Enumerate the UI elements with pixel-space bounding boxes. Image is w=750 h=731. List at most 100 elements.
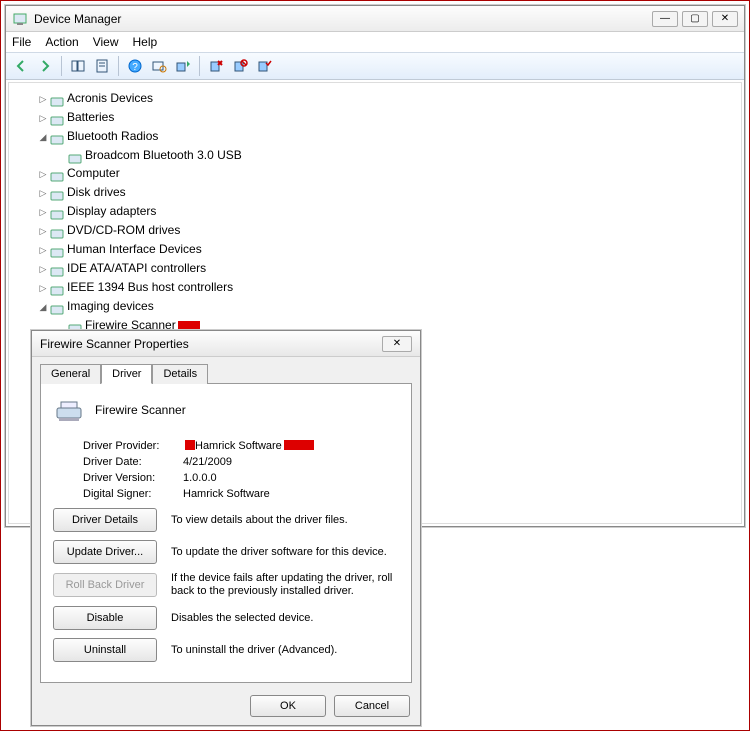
signer-label: Digital Signer: — [83, 488, 183, 500]
tab-panel-driver: Firewire Scanner Driver Provider: Hamric… — [40, 383, 412, 683]
tree-node[interactable]: ▷ DVD/CD-ROM drives — [37, 221, 737, 240]
tree-node[interactable]: Broadcom Bluetooth 3.0 USB — [55, 146, 737, 164]
scan-hardware-button[interactable] — [148, 55, 170, 77]
separator-icon — [118, 56, 119, 76]
window-title: Device Manager — [34, 12, 652, 26]
help-button[interactable]: ? — [124, 55, 146, 77]
version-value: 1.0.0.0 — [183, 472, 217, 484]
tree-node-label: Imaging devices — [67, 299, 154, 313]
properties-button[interactable] — [91, 55, 113, 77]
driver-details-button[interactable]: Driver Details — [53, 508, 157, 532]
rollback-driver-desc: If the device fails after updating the d… — [171, 572, 399, 598]
tree-node-label: Display adapters — [67, 204, 156, 218]
tree-node[interactable]: ◢ Bluetooth Radios Broadcom Bluetooth 3.0 … — [37, 127, 737, 164]
menu-help[interactable]: Help — [133, 35, 158, 49]
uninstall-desc: To uninstall the driver (Advanced). — [171, 644, 399, 657]
tree-node[interactable]: ▷ Batteries — [37, 108, 737, 127]
tree-root[interactable]: ▷ Acronis Devices ▷ Batteries ◢ Bluetooth Rad… — [19, 89, 737, 334]
tree-node-label: DVD/CD-ROM drives — [67, 223, 180, 237]
device-category-icon — [49, 300, 65, 314]
forward-button[interactable] — [34, 55, 56, 77]
redaction-mark — [185, 440, 195, 450]
svg-text:?: ? — [132, 62, 138, 73]
cancel-button[interactable]: Cancel — [334, 695, 410, 717]
tab-general[interactable]: General — [40, 364, 101, 384]
device-name: Firewire Scanner — [95, 403, 186, 417]
maximize-button[interactable]: ▢ — [682, 11, 708, 27]
properties-dialog: Firewire Scanner Properties ✕ General Dr… — [31, 330, 421, 726]
expander-icon[interactable]: ◢ — [37, 298, 49, 316]
provider-value: Hamrick Software — [195, 440, 282, 452]
uninstall-button[interactable]: Uninstall — [53, 638, 157, 662]
tree-node[interactable]: ▷ IDE ATA/ATAPI controllers — [37, 259, 737, 278]
provider-label: Driver Provider: — [83, 440, 183, 452]
expander-icon[interactable]: ▷ — [37, 203, 49, 221]
tree-node[interactable]: ▷Human Interface Devices — [37, 240, 737, 259]
driver-details-desc: To view details about the driver files. — [171, 514, 399, 527]
update-driver-desc: To update the driver software for this d… — [171, 546, 399, 559]
update-driver-button[interactable]: Update Driver... — [53, 540, 157, 564]
tree-node[interactable]: ◢Imaging devicesFirewire Scanner — [37, 297, 737, 334]
device-category-icon — [49, 111, 65, 125]
app-icon — [12, 11, 28, 27]
tree-node[interactable]: ▷ Acronis Devices — [37, 89, 737, 108]
tree-node-label: Bluetooth Radios — [67, 129, 158, 143]
toolbar: ? — [6, 52, 744, 80]
update-driver-toolbar-button[interactable] — [172, 55, 194, 77]
expander-icon[interactable]: ▷ — [37, 241, 49, 259]
device-category-icon — [49, 92, 65, 106]
tab-details[interactable]: Details — [152, 364, 208, 384]
expander-icon[interactable]: ▷ — [37, 279, 49, 297]
device-category-icon — [49, 262, 65, 276]
device-icon — [67, 149, 83, 163]
menu-view[interactable]: View — [93, 35, 119, 49]
separator-icon — [61, 56, 62, 76]
dialog-title: Firewire Scanner Properties — [40, 337, 382, 351]
tree-node-label: Computer — [67, 166, 120, 180]
tab-driver[interactable]: Driver — [101, 364, 152, 384]
tree-node[interactable]: ▷ Display adapters — [37, 202, 737, 221]
tree-node-label: Batteries — [67, 110, 114, 124]
tree-node-label: Acronis Devices — [67, 91, 153, 105]
enable-toolbar-button[interactable] — [253, 55, 275, 77]
show-hide-tree-button[interactable] — [67, 55, 89, 77]
disable-button[interactable]: Disable — [53, 606, 157, 630]
expander-icon[interactable]: ▷ — [37, 260, 49, 278]
close-button[interactable]: ✕ — [712, 11, 738, 27]
device-category-icon — [49, 130, 65, 144]
tab-strip: General Driver Details — [32, 357, 420, 383]
uninstall-toolbar-button[interactable] — [205, 55, 227, 77]
tree-node[interactable]: ▷IEEE 1394 Bus host controllers — [37, 278, 737, 297]
device-category-icon — [49, 243, 65, 257]
tree-node-label: IDE ATA/ATAPI controllers — [67, 261, 206, 275]
minimize-button[interactable]: — — [652, 11, 678, 27]
expander-icon[interactable]: ▷ — [37, 184, 49, 202]
disable-desc: Disables the selected device. — [171, 612, 399, 625]
device-category-icon — [49, 224, 65, 238]
device-category-icon — [49, 186, 65, 200]
tree-node[interactable]: ▷ Computer — [37, 164, 737, 183]
tree-node[interactable]: ▷ Disk drives — [37, 183, 737, 202]
device-category-icon — [49, 167, 65, 181]
menubar: File Action View Help — [6, 32, 744, 52]
expander-icon[interactable]: ▷ — [37, 222, 49, 240]
dialog-titlebar[interactable]: Firewire Scanner Properties ✕ — [32, 331, 420, 357]
expander-icon[interactable]: ▷ — [37, 90, 49, 108]
date-value: 4/21/2009 — [183, 456, 232, 468]
ok-button[interactable]: OK — [250, 695, 326, 717]
redaction-mark — [284, 440, 314, 450]
back-button[interactable] — [10, 55, 32, 77]
tree-node-label: Disk drives — [67, 185, 126, 199]
rollback-driver-button: Roll Back Driver — [53, 573, 157, 597]
menu-file[interactable]: File — [12, 35, 31, 49]
menu-action[interactable]: Action — [45, 35, 78, 49]
titlebar[interactable]: Device Manager — ▢ ✕ — [6, 6, 744, 32]
disable-toolbar-button[interactable] — [229, 55, 251, 77]
expander-icon[interactable]: ▷ — [37, 165, 49, 183]
tree-node-label: Broadcom Bluetooth 3.0 USB — [85, 148, 242, 162]
version-label: Driver Version: — [83, 472, 183, 484]
expander-icon[interactable]: ◢ — [37, 128, 49, 146]
separator-icon — [199, 56, 200, 76]
expander-icon[interactable]: ▷ — [37, 109, 49, 127]
dialog-close-button[interactable]: ✕ — [382, 336, 412, 352]
